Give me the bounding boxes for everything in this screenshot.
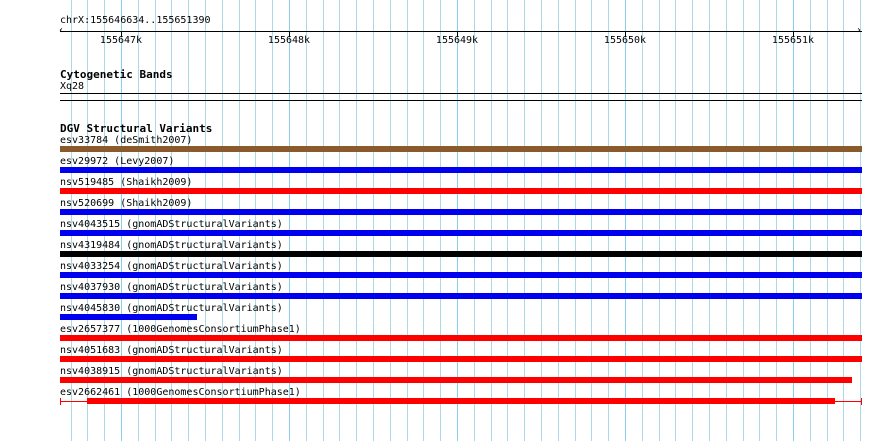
grid-line — [558, 0, 559, 441]
variant-start-cap — [60, 398, 61, 405]
variant-bar[interactable] — [60, 251, 862, 257]
ruler-tick-label: 155649k — [435, 35, 479, 46]
variant-bar[interactable] — [60, 230, 862, 236]
grid-line — [810, 0, 811, 441]
ruler-tick-label: 155650k — [603, 35, 647, 46]
variant-bar[interactable] — [60, 377, 852, 383]
variant-bar[interactable] — [60, 167, 862, 173]
variant-bar[interactable] — [60, 293, 862, 299]
variant-bar[interactable] — [60, 335, 862, 341]
grid-line — [743, 0, 744, 441]
grid-line — [776, 0, 777, 441]
cytoband-lower-line — [60, 100, 862, 101]
grid-line — [289, 0, 290, 441]
grid-line — [692, 0, 693, 441]
grid-line — [675, 0, 676, 441]
grid-line — [827, 0, 828, 441]
grid-line — [356, 0, 357, 441]
variant-bar[interactable] — [87, 398, 835, 404]
grid-line — [843, 0, 844, 441]
location-label: chrX:155646634..155651390 — [60, 15, 211, 26]
genome-browser-view: chrX:155646634..155651390 ‹ › 155647k 15… — [0, 0, 890, 441]
cytoband-upper-line — [60, 93, 862, 94]
grid-line — [323, 0, 324, 441]
grid-line — [709, 0, 710, 441]
variant-bar[interactable] — [60, 146, 862, 152]
scroll-right-icon[interactable]: › — [857, 26, 861, 36]
grid-line — [591, 0, 592, 441]
grid-line — [423, 0, 424, 441]
grid-line — [390, 0, 391, 441]
grid-line — [507, 0, 508, 441]
grid-line — [407, 0, 408, 441]
track-title: DGV Structural Variants — [60, 122, 213, 135]
ruler-tick-label: 155651k — [771, 35, 815, 46]
variant-bar[interactable] — [60, 188, 862, 194]
grid-line — [339, 0, 340, 441]
ruler-tick-label: 155647k — [99, 35, 143, 46]
variant-end-cap — [861, 398, 862, 405]
grid-line — [524, 0, 525, 441]
grid-line — [793, 0, 794, 441]
grid-line — [860, 0, 861, 441]
ruler-tick-label: 155648k — [267, 35, 311, 46]
grid-line — [726, 0, 727, 441]
grid-line — [457, 0, 458, 441]
grid-line — [642, 0, 643, 441]
grid-line — [491, 0, 492, 441]
grid-line — [541, 0, 542, 441]
grid-line — [474, 0, 475, 441]
grid-line — [608, 0, 609, 441]
grid-line — [373, 0, 374, 441]
ruler-line — [60, 31, 862, 32]
variant-bar[interactable] — [60, 314, 197, 320]
variant-bar[interactable] — [60, 356, 862, 362]
grid-line — [759, 0, 760, 441]
variant-bar[interactable] — [60, 272, 862, 278]
grid-line — [659, 0, 660, 441]
track-title: Cytogenetic Bands — [60, 68, 173, 81]
grid-line — [306, 0, 307, 441]
grid-line — [440, 0, 441, 441]
variant-bar[interactable] — [60, 209, 862, 215]
grid-line — [575, 0, 576, 441]
cytoband-label: Xq28 — [60, 81, 85, 92]
grid-line — [625, 0, 626, 441]
